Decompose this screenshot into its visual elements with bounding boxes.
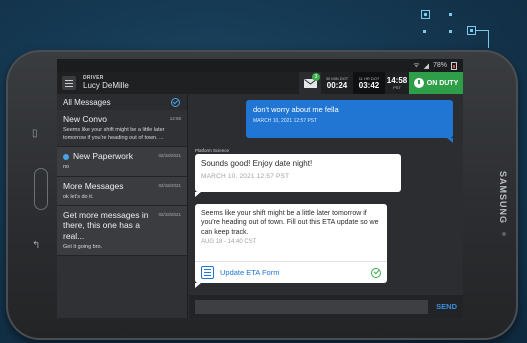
incoming-message: Seems like your shift might be a little … xyxy=(195,204,387,288)
system-status-bar: ᯤ ◢ 78% xyxy=(57,59,463,72)
unread-dot-icon xyxy=(63,153,69,160)
background-decoration xyxy=(419,8,499,48)
conversation-preview: Get it going bro. xyxy=(63,243,103,250)
conversation-list: All Messages New Convo 12:58 Seems like … xyxy=(57,94,188,318)
message-text: don't worry about me fella xyxy=(253,105,339,114)
all-messages-header[interactable]: All Messages xyxy=(57,94,187,110)
message-text: Sounds good! Enjoy date night! xyxy=(201,159,313,168)
clock: 14:58 PST xyxy=(385,75,409,90)
camera-icon xyxy=(502,232,506,236)
duty-status-label: ON DUTY xyxy=(426,79,459,87)
battery-icon xyxy=(451,61,457,70)
form-label: Update ETA Form xyxy=(220,268,280,277)
menu-button[interactable] xyxy=(62,76,76,90)
conversation-title: New Paperwork xyxy=(73,151,133,162)
home-button[interactable] xyxy=(34,168,48,210)
message-input[interactable] xyxy=(195,299,429,314)
unread-badge: 3 xyxy=(312,73,320,81)
message-composer: SEND xyxy=(189,295,463,318)
outgoing-message: don't worry about me fella MARCH 10, 202… xyxy=(246,100,453,143)
message-date: AUG 18 - 14:40 CST xyxy=(201,239,257,246)
device-brand: SAMSUNG xyxy=(498,171,508,225)
back-icon[interactable]: ↰ xyxy=(32,240,40,251)
clock-time: 14:58 xyxy=(386,75,408,85)
conversation-preview: no xyxy=(63,164,70,171)
conversation-item[interactable]: New Convo 12:58 Seems like your shift mi… xyxy=(57,110,187,148)
conversation-time: 02/18/2021 xyxy=(158,212,181,218)
clock-timezone: PST xyxy=(393,84,401,90)
drive-timer[interactable]: 11 HR DOT 03:42 xyxy=(353,72,385,94)
power-icon xyxy=(413,78,424,88)
driver-name: Lucy DeMille xyxy=(83,81,129,90)
conversation-title: Get more messages in there, this one has… xyxy=(63,210,149,241)
timer-label: 30 MIN DOT xyxy=(325,75,349,81)
conversation-preview: Seems like your shift might be a little … xyxy=(63,127,165,141)
conversation-item[interactable]: New Paperwork 02/18/2021 no xyxy=(57,147,187,177)
conversation-item[interactable]: Get more messages in there, this one has… xyxy=(57,206,187,257)
conversation-time: 12:58 xyxy=(169,116,181,121)
sender-name: Platform Science xyxy=(195,148,230,153)
conversation-time: 02/18/2021 xyxy=(158,182,181,188)
conversation-item[interactable]: More Messages 02/18/2021 ok let's do it. xyxy=(57,176,187,207)
conversation-preview: ok let's do it. xyxy=(63,193,94,200)
message-date: MARCH 10, 2021 12:57 PST xyxy=(253,118,318,124)
chat-thread: don't worry about me fella MARCH 10, 202… xyxy=(189,94,463,295)
mark-read-icon[interactable] xyxy=(171,97,180,107)
driver-info: DRIVER Lucy DeMille xyxy=(83,76,129,90)
recent-apps-icon[interactable]: ▯ xyxy=(32,128,38,139)
message-date: MARCH 10, 2021 12:57 PST xyxy=(201,173,290,180)
battery-level: 78% xyxy=(432,62,447,69)
app-screen: ᯤ ◢ 78% DRIVER Lucy DeMille 3 30 MIN DOT… xyxy=(57,59,463,318)
wifi-icon: ᯤ xyxy=(413,62,420,69)
timer-value: 00:24 xyxy=(326,80,348,90)
conversation-time: 02/18/2021 xyxy=(158,153,181,159)
incoming-message: Sounds good! Enjoy date night! MARCH 10,… xyxy=(195,154,401,197)
break-timer[interactable]: 30 MIN DOT 00:24 xyxy=(321,75,353,90)
form-icon xyxy=(201,266,214,279)
timer-label: 11 HR DOT xyxy=(358,75,380,81)
conversation-title: New Convo xyxy=(63,114,107,124)
signal-icon: ◢ xyxy=(423,62,429,70)
message-text: Seems like your shift might be a little … xyxy=(201,210,379,236)
eta-form-link[interactable]: Update ETA Form xyxy=(195,261,387,283)
timer-value: 03:42 xyxy=(358,80,380,90)
duty-status-button[interactable]: ON DUTY xyxy=(409,72,463,94)
conversation-title: More Messages xyxy=(63,180,124,191)
messages-button[interactable]: 3 xyxy=(299,72,321,94)
send-button[interactable]: SEND xyxy=(436,302,457,311)
app-header: DRIVER Lucy DeMille 3 30 MIN DOT 00:24 1… xyxy=(57,72,463,94)
all-messages-label: All Messages xyxy=(63,97,111,107)
completed-check-icon xyxy=(371,267,381,278)
